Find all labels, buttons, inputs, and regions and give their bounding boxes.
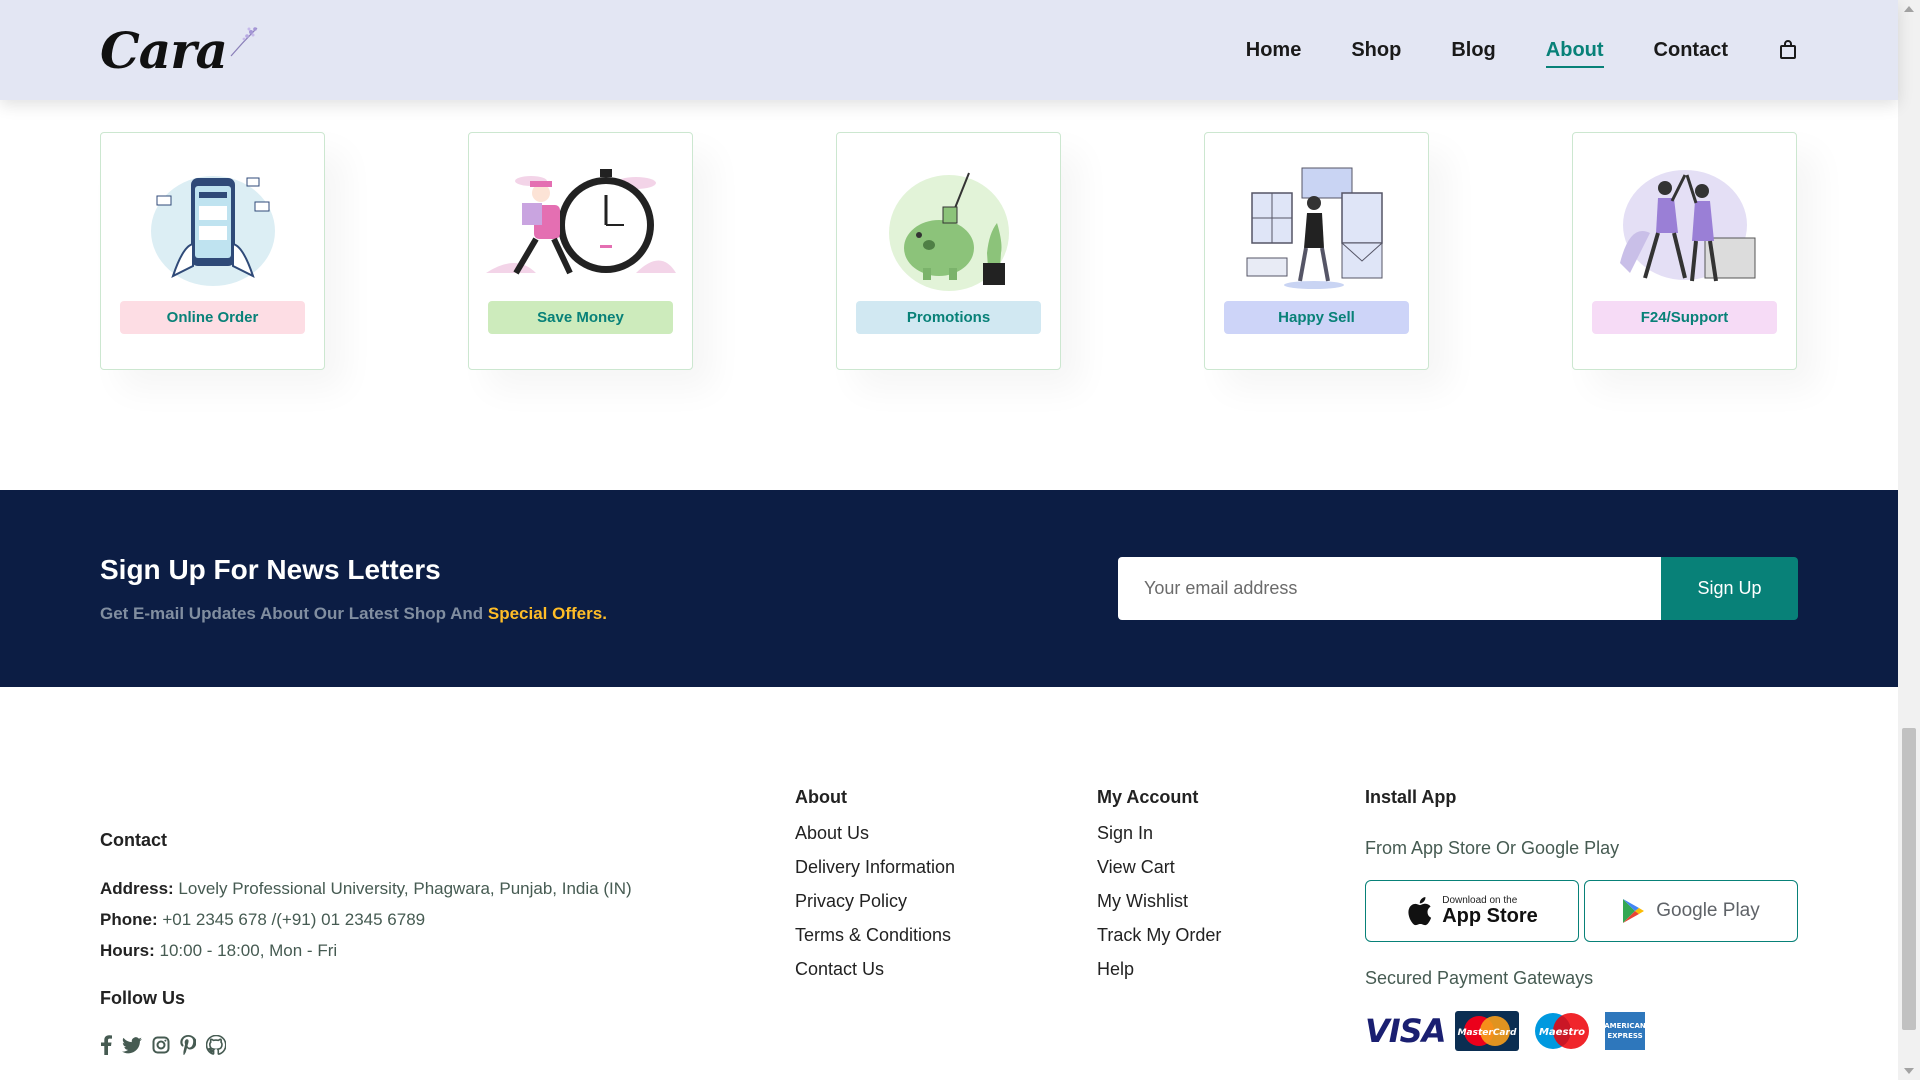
site-footer: Contact Address: Lovely Professional Uni… — [100, 687, 1798, 1080]
help-link[interactable]: Help — [1097, 959, 1221, 980]
terms-conditions-link[interactable]: Terms & Conditions — [795, 925, 955, 946]
address-value: Lovely Professional University, Phagwara… — [173, 879, 632, 898]
footer-install-app: Install App From App Store Or Google Pla… — [1365, 787, 1798, 1051]
address-label: Address: — [100, 879, 174, 898]
newsletter-highlight: Special Offers. — [487, 603, 607, 623]
track-my-order-link[interactable]: Track My Order — [1097, 925, 1221, 946]
hours-value: 10:00 - 18:00, Mon - Fri — [154, 941, 338, 960]
svg-text:EXPRESS: EXPRESS — [1608, 1032, 1643, 1040]
lavender-sprig-icon — [230, 27, 258, 57]
nav-blog[interactable]: Blog — [1451, 39, 1495, 62]
delivery-information-link[interactable]: Delivery Information — [795, 857, 955, 878]
instagram-icon[interactable] — [152, 1036, 170, 1054]
social-icons — [100, 1035, 632, 1055]
site-header: Cara Home Shop Blog About Contact — [0, 0, 1898, 100]
feature-label: Online Order — [120, 301, 305, 334]
phone-value: +01 2345 678 /(+91) 01 2345 6789 — [157, 910, 426, 929]
contact-us-link[interactable]: Contact Us — [795, 959, 955, 980]
mastercard-logo: MasterCard — [1455, 1011, 1520, 1051]
main-nav: Home Shop Blog About Contact — [1196, 39, 1798, 68]
scroll-thumb[interactable] — [1902, 728, 1916, 1030]
sign-in-link[interactable]: Sign In — [1097, 823, 1221, 844]
phone-payment-illustration — [113, 163, 313, 293]
nav-contact[interactable]: Contact — [1654, 39, 1728, 62]
install-subtitle: From App Store Or Google Play — [1365, 838, 1620, 858]
google-play-icon — [1623, 899, 1645, 923]
install-app-title: Install App — [1365, 787, 1457, 807]
newsletter-subtitle: Get E-mail Updates About Our Latest Shop… — [100, 604, 607, 624]
my-wishlist-link[interactable]: My Wishlist — [1097, 891, 1221, 912]
features-section: Online Order Save Money Promotions Happy… — [100, 132, 1797, 370]
phone-label: Phone: — [100, 910, 158, 929]
feature-box-save-money: Save Money — [468, 132, 693, 370]
payment-gateways-label: Secured Payment Gateways — [1365, 968, 1594, 988]
footer-my-account: My Account Sign In View Cart My Wishlist… — [1097, 787, 1221, 980]
app-store-text: Download on the App Store — [1442, 896, 1538, 927]
about-us-link[interactable]: About Us — [795, 823, 955, 844]
scroll-down-arrow-icon[interactable] — [1904, 1068, 1914, 1074]
newsletter-subtitle-text: Get E-mail Updates About Our Latest Shop… — [100, 603, 488, 623]
store-buttons: Download on the App Store Google Play — [1365, 880, 1798, 942]
shopping-bag-icon[interactable] — [1778, 40, 1798, 60]
logo-text: Cara — [100, 21, 228, 80]
github-icon[interactable] — [206, 1035, 226, 1055]
payment-logos: VISA MasterCard Maestro AMERICAN EXPRESS — [1365, 1011, 1798, 1051]
feature-label: Promotions — [856, 301, 1041, 334]
privacy-policy-link[interactable]: Privacy Policy — [795, 891, 955, 912]
feature-box-promotions: Promotions — [836, 132, 1061, 370]
app-store-button[interactable]: Download on the App Store — [1365, 880, 1579, 942]
nav-home[interactable]: Home — [1246, 39, 1302, 62]
contact-hours: Hours: 10:00 - 18:00, Mon - Fri — [100, 942, 632, 960]
footer-contact: Contact Address: Lovely Professional Uni… — [100, 830, 632, 1055]
google-play-button[interactable]: Google Play — [1584, 880, 1798, 942]
visa-logo: VISA — [1365, 1012, 1446, 1050]
sign-up-button[interactable]: Sign Up — [1661, 557, 1798, 620]
scroll-up-arrow-icon[interactable] — [1904, 6, 1914, 12]
my-account-title: My Account — [1097, 787, 1199, 807]
nav-about[interactable]: About — [1545, 39, 1604, 68]
email-input[interactable] — [1118, 557, 1661, 620]
hours-label: Hours: — [100, 941, 155, 960]
contact-address: Address: Lovely Professional University,… — [100, 880, 632, 898]
about-title: About — [795, 787, 847, 807]
maestro-logo: Maestro — [1535, 1013, 1590, 1049]
apple-icon — [1408, 897, 1432, 926]
nav-shop[interactable]: Shop — [1351, 39, 1401, 62]
svg-text:AMERICAN: AMERICAN — [1605, 1022, 1645, 1030]
svg-text:Maestro: Maestro — [1539, 1027, 1585, 1038]
newsletter-form: Sign Up — [1118, 557, 1798, 620]
logo[interactable]: Cara — [100, 24, 259, 76]
feature-box-happy-sell: Happy Sell — [1204, 132, 1429, 370]
contact-title: Contact — [100, 830, 167, 850]
pinterest-icon[interactable] — [180, 1035, 196, 1055]
view-cart-link[interactable]: View Cart — [1097, 857, 1221, 878]
newsletter-section: Sign Up For News Letters Get E-mail Upda… — [0, 490, 1898, 687]
app-store-big-text: App Store — [1442, 905, 1538, 927]
happy-woman-illustration — [1217, 163, 1417, 293]
follow-us-title: Follow Us — [100, 988, 185, 1008]
feature-label: F24/Support — [1592, 301, 1777, 334]
newsletter-title: Sign Up For News Letters — [100, 553, 441, 585]
stopwatch-delivery-illustration — [481, 163, 681, 293]
page-scrollbar[interactable] — [1898, 0, 1920, 1080]
twitter-icon[interactable] — [122, 1036, 142, 1054]
american-express-logo: AMERICAN EXPRESS — [1605, 1012, 1646, 1050]
feature-box-online-order: Online Order — [100, 132, 325, 370]
contact-phone: Phone: +01 2345 678 /(+91) 01 2345 6789 — [100, 911, 632, 929]
facebook-icon[interactable] — [100, 1035, 112, 1055]
google-play-text: Google Play — [1656, 900, 1760, 921]
svg-text:MasterCard: MasterCard — [1458, 1028, 1517, 1038]
feature-label: Happy Sell — [1224, 301, 1409, 334]
piggy-bank-illustration — [849, 163, 1049, 293]
feature-label: Save Money — [488, 301, 673, 334]
newsletter-text: Sign Up For News Letters Get E-mail Upda… — [100, 554, 607, 624]
feature-box-support: F24/Support — [1572, 132, 1797, 370]
footer-about: About About Us Delivery Information Priv… — [795, 787, 955, 980]
support-high-five-illustration — [1585, 163, 1785, 293]
